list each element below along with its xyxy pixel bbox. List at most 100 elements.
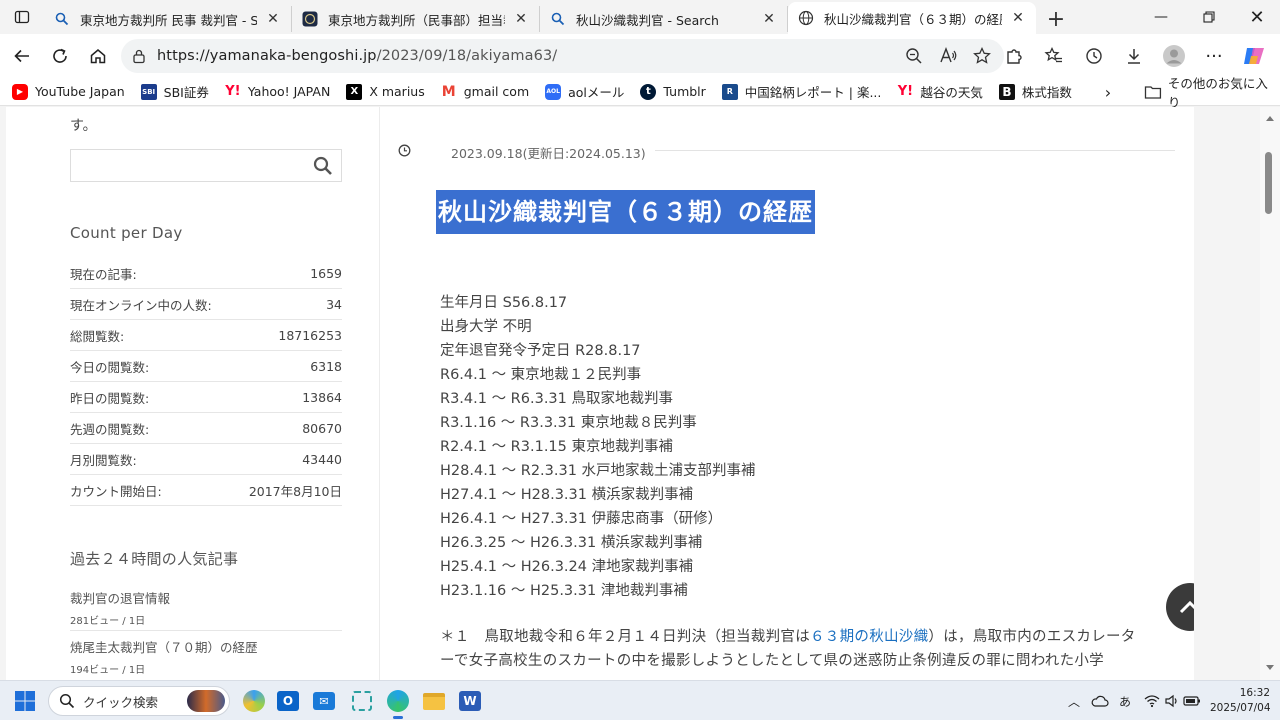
- profile-button[interactable]: [1160, 41, 1188, 71]
- popular-post-link[interactable]: 焼尾圭太裁判官（７０期）の経歴: [70, 637, 342, 656]
- tab-court-judges[interactable]: 東京地方裁判所（民事部）担当裁判官 ✕: [292, 6, 540, 32]
- footnote-text: ＊１ 鳥取地裁令和６年２月１４日判決（担当裁判官は: [440, 629, 810, 645]
- bookmark-label: 越谷の天気: [920, 85, 983, 100]
- tray-volume[interactable]: [1162, 691, 1182, 711]
- avatar-icon: [1163, 45, 1185, 67]
- tray-onedrive[interactable]: [1090, 691, 1110, 711]
- refresh-button[interactable]: [42, 40, 78, 72]
- url-text[interactable]: https://yamanaka-bengoshi.jp/2023/09/18/…: [157, 48, 557, 64]
- taskbar-app-edge[interactable]: [384, 687, 412, 719]
- stat-value: 6318: [310, 358, 342, 374]
- taskbar-app-outlook[interactable]: O: [274, 687, 302, 715]
- read-aloud-icon[interactable]: [938, 46, 958, 66]
- favorites-button[interactable]: [1040, 41, 1068, 71]
- history-button[interactable]: [1080, 41, 1108, 71]
- popular-post-item[interactable]: 焼尾圭太裁判官（７０期）の経歴 194ビュー / 1日: [70, 637, 342, 680]
- bookmark-weather[interactable]: Y! 越谷の天気: [897, 81, 983, 103]
- tab-search-court[interactable]: 東京地方裁判所 民事 裁判官 - Search ✕: [44, 6, 292, 32]
- puzzle-icon: [1007, 49, 1022, 64]
- lock-icon[interactable]: [131, 48, 147, 64]
- taskbar-app-word[interactable]: W: [456, 687, 484, 715]
- bookmark-sbi[interactable]: SBI SBI証券: [140, 81, 209, 103]
- popular-post-item[interactable]: 裁判官の退官情報 281ビュー / 1日: [70, 588, 342, 631]
- stat-value: 18716253: [278, 327, 342, 343]
- new-tab-button[interactable]: +: [1040, 4, 1072, 34]
- bookmark-aol[interactable]: AOL aolメール: [545, 81, 624, 103]
- stat-value: 1659: [310, 265, 342, 281]
- favorite-star-icon[interactable]: [972, 46, 992, 66]
- bookmark-index[interactable]: B 株式指数: [998, 81, 1072, 103]
- downloads-button[interactable]: [1120, 41, 1148, 71]
- taskbar-app-copilot[interactable]: [240, 687, 268, 715]
- taskbar-search-box[interactable]: クイック検索: [48, 686, 230, 716]
- popular-post-link[interactable]: 裁判官の退官情報: [70, 588, 342, 607]
- scroll-down-arrow-icon[interactable]: [1266, 665, 1274, 670]
- copilot-button[interactable]: [1240, 41, 1268, 71]
- sidebar-search-input[interactable]: [70, 149, 342, 182]
- more-options-button[interactable]: ···: [1200, 41, 1228, 71]
- close-window-button[interactable]: ✕: [1234, 0, 1280, 34]
- x-icon: X: [346, 83, 363, 100]
- search-icon[interactable]: [313, 156, 333, 176]
- career-item: R2.4.1 ～ R3.1.15 東京地裁判事補: [440, 439, 673, 455]
- bookmark-yahoo[interactable]: Y! Yahoo! JAPAN: [225, 81, 330, 103]
- footnote: ＊１ 鳥取地裁令和６年２月１４日判決（担当裁判官は６３期の秋山沙織）は，鳥取市内…: [440, 625, 1140, 673]
- other-favorites-label: その他のお気に入り: [1167, 76, 1268, 110]
- bookmark-tumblr[interactable]: t Tumblr: [640, 81, 706, 103]
- tab-actions-icon: [14, 10, 30, 24]
- ime-indicator: あ: [1118, 694, 1131, 709]
- vertical-scrollbar[interactable]: [1260, 107, 1280, 680]
- sidebar-intro-text: す。: [70, 118, 97, 134]
- close-icon[interactable]: ✕: [265, 11, 281, 27]
- back-button[interactable]: [4, 40, 40, 72]
- tab-search-akiyama[interactable]: 秋山沙織裁判官 - Search ✕: [540, 6, 788, 32]
- clock-icon: [398, 144, 411, 157]
- taskbar-app-snipping[interactable]: [348, 687, 376, 715]
- bookmark-x[interactable]: X X marius: [346, 81, 425, 103]
- favorites-list-icon: [1044, 46, 1062, 63]
- aol-icon: AOL: [545, 83, 562, 100]
- snipping-tool-icon: [352, 691, 372, 711]
- stat-label: カウント開始日:: [70, 483, 162, 499]
- restore-button[interactable]: [1186, 0, 1232, 34]
- tray-wifi[interactable]: [1142, 691, 1162, 711]
- colorful-app-icon: [243, 690, 265, 712]
- minimize-button[interactable]: —: [1138, 0, 1184, 34]
- stat-label: 先週の閲覧数:: [70, 421, 150, 437]
- speaker-icon: [1165, 694, 1177, 708]
- windows-start-icon[interactable]: [14, 690, 36, 712]
- yahoo-icon: Y!: [897, 84, 914, 99]
- taskbar-app-mail[interactable]: ✉: [310, 687, 338, 715]
- tray-ime[interactable]: あ: [1116, 691, 1134, 711]
- popular-post-views: 194ビュー / 1日: [70, 665, 146, 676]
- bookmark-rakuten[interactable]: R 中国銘柄レポート | 楽...: [721, 81, 881, 103]
- taskbar-clock[interactable]: 16:32 2025/07/04: [1210, 686, 1271, 716]
- tray-battery[interactable]: [1182, 691, 1202, 711]
- page-background: [1194, 107, 1260, 680]
- bookmark-youtube[interactable]: ▶ YouTube Japan: [12, 81, 125, 103]
- career-item: R3.1.16 ～ R3.3.31 東京地裁８民判事: [440, 415, 697, 431]
- bookmark-gmail[interactable]: Mgmail com: [441, 81, 529, 103]
- tab-title: 秋山沙織裁判官（６３期）の経歴: [824, 11, 1002, 27]
- judge-link[interactable]: ６３期の秋山沙織: [810, 629, 928, 645]
- other-favorites-button[interactable]: その他のお気に入り: [1144, 76, 1280, 110]
- close-icon[interactable]: ✕: [761, 11, 777, 27]
- gmail-icon: M: [441, 83, 456, 100]
- battery-icon: [1183, 696, 1200, 706]
- home-button[interactable]: [80, 40, 116, 72]
- close-icon[interactable]: ✕: [513, 11, 529, 27]
- tab-actions-button[interactable]: [0, 0, 44, 34]
- scroll-up-arrow-icon[interactable]: [1266, 116, 1274, 121]
- extensions-button[interactable]: [1000, 41, 1028, 71]
- stat-value: 43440: [302, 451, 342, 467]
- tab-akiyama-career[interactable]: 秋山沙織裁判官（６３期）の経歴 ✕: [788, 2, 1036, 34]
- chevron-right-icon: ›: [1104, 82, 1112, 102]
- taskbar-app-explorer[interactable]: [420, 687, 448, 715]
- close-icon[interactable]: ✕: [1010, 10, 1026, 26]
- url-host: https://yamanaka-bengoshi.jp: [157, 48, 377, 64]
- tray-overflow-button[interactable]: ︿: [1066, 691, 1082, 711]
- bookmarks-overflow-button[interactable]: ›: [1098, 81, 1118, 103]
- zoom-icon[interactable]: [904, 46, 924, 66]
- scrollbar-thumb[interactable]: [1265, 152, 1272, 214]
- address-bar[interactable]: https://yamanaka-bengoshi.jp/2023/09/18/…: [121, 39, 1004, 73]
